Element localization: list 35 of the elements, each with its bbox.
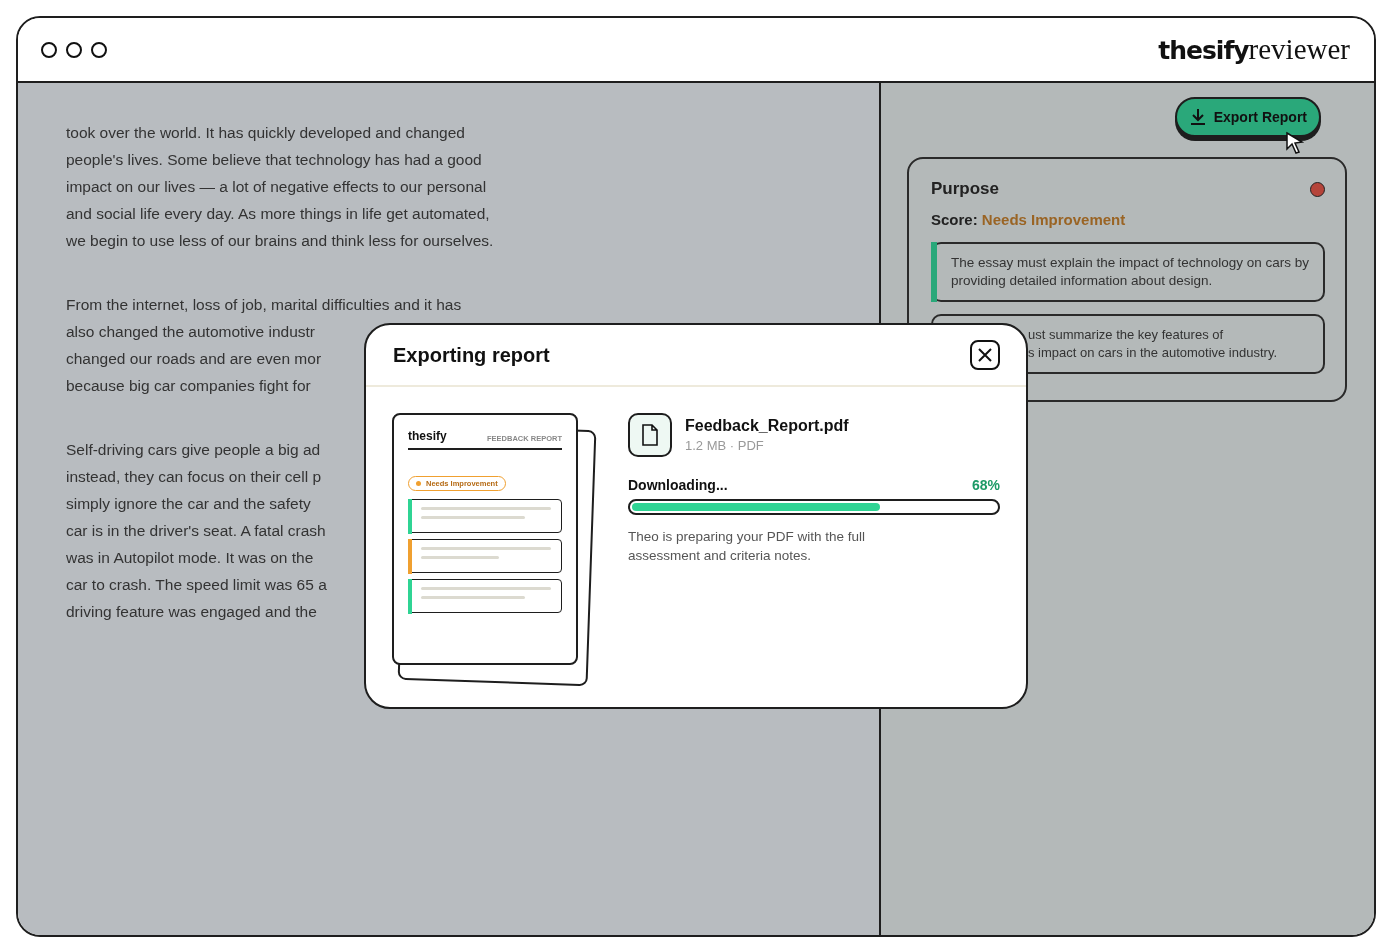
essay-text-line: was in Autopilot mode. It was on the xyxy=(66,548,314,568)
essay-text-line: and social life every day. As more things in life get automated, xyxy=(66,204,490,224)
progress-percent: 68% xyxy=(971,477,1000,493)
essay-text-line: also changed the automotive industr xyxy=(66,322,316,342)
file-name: Feedback_Report.pdf xyxy=(685,417,849,435)
criterion-title: Purpose xyxy=(931,179,1000,199)
essay-text-line: took over the world. It has quickly developed and changed xyxy=(66,123,465,143)
report-brand: thesify xyxy=(408,429,447,443)
essay-text-line: we begin to use less of our brains and think less for ourselves. xyxy=(66,231,494,251)
download-icon xyxy=(1188,108,1207,126)
close-button[interactable] xyxy=(970,340,1000,370)
essay-text-line: people's lives. Some believe that technology has had a good xyxy=(66,150,482,170)
essay-text-line: because big car companies fight for xyxy=(66,376,311,396)
file-meta: 1.2 MB · PDF xyxy=(685,438,765,453)
essay-text-line: changed our roads and are even mor xyxy=(66,349,322,369)
essay-text-line: car is in the driver's seat. A fatal crash xyxy=(66,521,326,541)
close-icon xyxy=(977,347,993,363)
score-text: Score: Needs Improvement xyxy=(931,211,1127,228)
essay-text-line: car to crash. The speed limit was 65 a xyxy=(66,575,327,595)
app-logo: thesifyreviewer xyxy=(1158,33,1350,66)
note-text: The essay must explain the impact of technology on cars by providing detailed information about design. xyxy=(951,254,1310,290)
essay-text-line: driving feature was engaged and the xyxy=(66,602,317,622)
essay-text-line: Self-driving cars give people a big ad xyxy=(66,440,321,460)
status-message: Theo is preparing your PDF with the full assessment and criteria notes. xyxy=(628,528,867,565)
window-controls-icon xyxy=(40,40,110,59)
progress-label: Downloading... xyxy=(628,477,728,493)
essay-text-line: instead, they can focus on their cell p xyxy=(66,467,322,487)
file-icon xyxy=(628,413,672,457)
note-text: s impact on cars in the automotive industry. xyxy=(1028,344,1279,362)
note-text: ust summarize the key features of xyxy=(1028,326,1225,344)
cursor-icon xyxy=(1285,131,1305,155)
essay-text-line: From the internet, loss of job, marital difficulties and it has xyxy=(66,295,462,315)
dialog-title: Exporting report xyxy=(393,343,550,367)
essay-text-line: simply ignore the car and the safety xyxy=(66,494,311,514)
essay-text-line: impact on our lives — a lot of negative effects to our personal xyxy=(66,177,487,197)
